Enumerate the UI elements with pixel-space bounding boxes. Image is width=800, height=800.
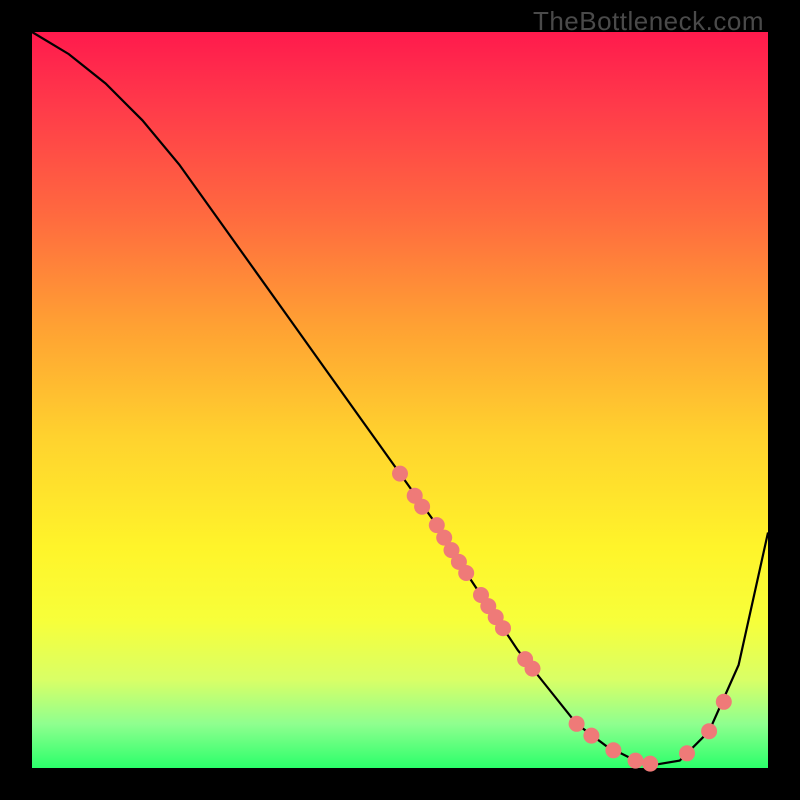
data-marker	[414, 499, 430, 515]
chart-svg	[32, 32, 768, 768]
data-marker	[495, 620, 511, 636]
data-marker	[642, 756, 658, 772]
data-marker	[458, 565, 474, 581]
data-marker	[701, 723, 717, 739]
data-marker	[679, 745, 695, 761]
data-marker	[392, 466, 408, 482]
data-marker	[716, 694, 732, 710]
data-marker	[583, 728, 599, 744]
data-marker	[628, 753, 644, 769]
data-marker	[605, 742, 621, 758]
data-marker	[525, 661, 541, 677]
bottleneck-curve	[32, 32, 768, 764]
data-marker	[569, 716, 585, 732]
data-markers	[392, 466, 732, 772]
